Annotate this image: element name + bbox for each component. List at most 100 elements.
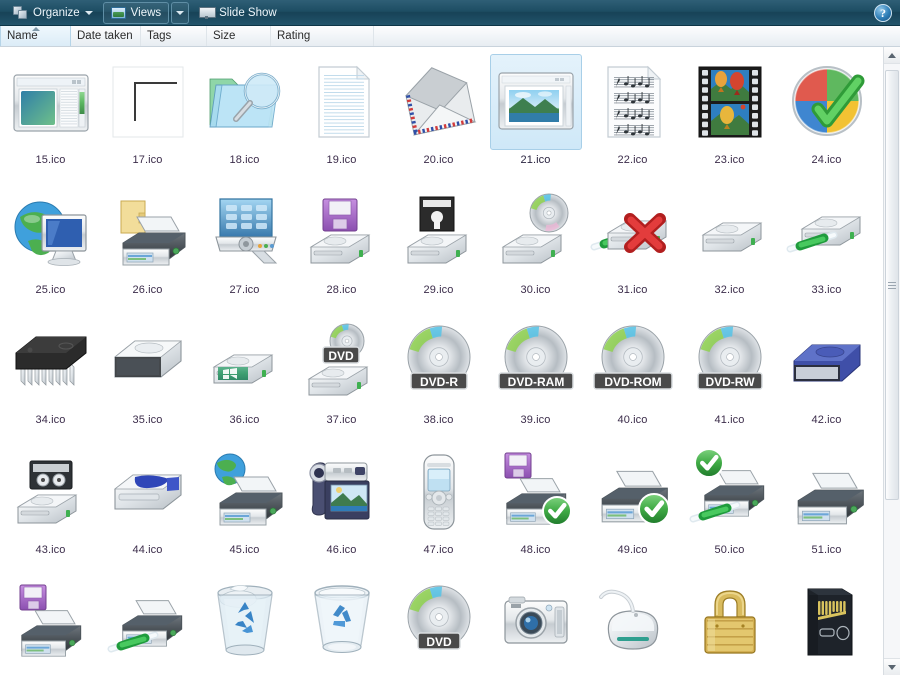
icon-item[interactable]: 30.ico	[487, 180, 584, 310]
icon-item[interactable]: 22.ico	[584, 50, 681, 180]
icon-item[interactable]: 44.ico	[99, 440, 196, 570]
icon-thumbnail[interactable]	[684, 574, 776, 670]
icon-item[interactable]: 17.ico	[99, 50, 196, 180]
icon-grid-area[interactable]: 15.ico 17.ico 18.ico 19.ico 20.ico 21.ic…	[0, 47, 883, 675]
icon-thumbnail[interactable]	[781, 314, 873, 410]
icon-thumbnail[interactable]	[781, 574, 873, 670]
icon-thumbnail[interactable]	[199, 184, 291, 280]
icon-item[interactable]: 24.ico	[778, 50, 875, 180]
icon-item[interactable]: 31.ico	[584, 180, 681, 310]
icon-thumbnail[interactable]	[684, 54, 776, 150]
icon-item[interactable]: 32.ico	[681, 180, 778, 310]
icon-thumbnail[interactable]: DVD	[296, 314, 388, 410]
scrollbar-thumb[interactable]	[885, 70, 899, 500]
icon-item[interactable]: 29.ico	[390, 180, 487, 310]
organize-button[interactable]: Organize	[5, 2, 101, 24]
icon-thumbnail[interactable]: DVD-R	[393, 314, 485, 410]
icon-item[interactable]: 25.ico	[2, 180, 99, 310]
icon-item[interactable]: 28.ico	[293, 180, 390, 310]
icon-thumbnail[interactable]: DVD-RW	[684, 314, 776, 410]
column-header-name[interactable]: Name	[0, 26, 71, 46]
icon-thumbnail[interactable]	[587, 184, 679, 280]
icon-thumbnail[interactable]	[5, 444, 97, 540]
icon-thumbnail[interactable]: DVD-RAM	[490, 314, 582, 410]
icon-thumbnail[interactable]	[102, 574, 194, 670]
icon-thumbnail[interactable]	[393, 444, 485, 540]
icon-thumbnail[interactable]	[199, 54, 291, 150]
icon-thumbnail[interactable]	[296, 444, 388, 540]
icon-thumbnail[interactable]	[5, 574, 97, 670]
icon-item[interactable]: 49.ico	[584, 440, 681, 570]
icon-item[interactable]: 55.ico	[293, 570, 390, 675]
icon-item[interactable]: 36.ico	[196, 310, 293, 440]
icon-item[interactable]: 43.ico	[2, 440, 99, 570]
icon-thumbnail[interactable]	[199, 574, 291, 670]
icon-thumbnail[interactable]	[393, 54, 485, 150]
icon-thumbnail[interactable]	[684, 444, 776, 540]
icon-item[interactable]: 59.ico	[681, 570, 778, 675]
icon-item[interactable]: DVD-R 38.ico	[390, 310, 487, 440]
icon-thumbnail[interactable]	[587, 574, 679, 670]
icon-item[interactable]: 27.ico	[196, 180, 293, 310]
icon-item[interactable]: 58.ico	[584, 570, 681, 675]
icon-thumbnail[interactable]	[5, 54, 97, 150]
icon-item[interactable]: 51.ico	[778, 440, 875, 570]
icon-item[interactable]: 48.ico	[487, 440, 584, 570]
icon-thumbnail[interactable]	[296, 184, 388, 280]
icon-item[interactable]: DVD-RW 41.ico	[681, 310, 778, 440]
icon-thumbnail[interactable]	[587, 444, 679, 540]
scrollbar-track[interactable]	[884, 64, 900, 658]
icon-item[interactable]: 45.ico	[196, 440, 293, 570]
icon-item[interactable]: 57.ico	[487, 570, 584, 675]
views-dropdown-button[interactable]	[171, 1, 190, 24]
icon-item[interactable]: 35.ico	[99, 310, 196, 440]
icon-item[interactable]: 50.ico	[681, 440, 778, 570]
icon-item[interactable]: 18.ico	[196, 50, 293, 180]
icon-item[interactable]: 52.ico	[2, 570, 99, 675]
icon-item[interactable]: 54.ico	[196, 570, 293, 675]
icon-thumbnail[interactable]	[296, 574, 388, 670]
slideshow-button[interactable]: Slide Show	[191, 2, 285, 24]
icon-thumbnail[interactable]	[102, 444, 194, 540]
icon-thumbnail[interactable]	[199, 444, 291, 540]
icon-thumbnail[interactable]	[296, 54, 388, 150]
icon-item[interactable]: 60.ico	[778, 570, 875, 675]
column-header-size[interactable]: Size	[207, 26, 271, 46]
icon-item[interactable]: 21.ico	[487, 50, 584, 180]
icon-thumbnail[interactable]	[781, 444, 873, 540]
icon-thumbnail[interactable]	[5, 314, 97, 410]
icon-item[interactable]: DVD-RAM 39.ico	[487, 310, 584, 440]
icon-item[interactable]: 33.ico	[778, 180, 875, 310]
icon-item[interactable]: 23.ico	[681, 50, 778, 180]
icon-thumbnail[interactable]	[684, 184, 776, 280]
icon-thumbnail[interactable]	[490, 444, 582, 540]
icon-item[interactable]: DVD 56.ico	[390, 570, 487, 675]
icon-item[interactable]: 26.ico	[99, 180, 196, 310]
icon-item[interactable]: 20.ico	[390, 50, 487, 180]
scroll-up-button[interactable]	[884, 47, 900, 64]
column-header-date-taken[interactable]: Date taken	[71, 26, 141, 46]
icon-thumbnail[interactable]	[490, 184, 582, 280]
icon-thumbnail[interactable]	[5, 184, 97, 280]
icon-thumbnail[interactable]: DVD-ROM	[587, 314, 679, 410]
icon-item[interactable]: DVD-ROM 40.ico	[584, 310, 681, 440]
icon-thumbnail[interactable]: DVD	[393, 574, 485, 670]
icon-thumbnail[interactable]	[489, 54, 582, 150]
icon-item[interactable]: 42.ico	[778, 310, 875, 440]
icon-thumbnail[interactable]	[781, 184, 873, 280]
icon-thumbnail[interactable]	[587, 54, 679, 150]
column-header-rating[interactable]: Rating	[271, 26, 374, 46]
icon-thumbnail[interactable]	[393, 184, 485, 280]
column-header-tags[interactable]: Tags	[141, 26, 207, 46]
scroll-down-button[interactable]	[884, 658, 900, 675]
vertical-scrollbar[interactable]	[883, 47, 900, 675]
icon-item[interactable]: DVD 37.ico	[293, 310, 390, 440]
icon-thumbnail[interactable]	[490, 574, 582, 670]
icon-item[interactable]: 34.ico	[2, 310, 99, 440]
icon-thumbnail[interactable]	[102, 314, 194, 410]
icon-thumbnail[interactable]	[199, 314, 291, 410]
icon-thumbnail[interactable]	[102, 54, 194, 150]
icon-item[interactable]: 19.ico	[293, 50, 390, 180]
icon-item[interactable]: 53.ico	[99, 570, 196, 675]
icon-item[interactable]: 15.ico	[2, 50, 99, 180]
